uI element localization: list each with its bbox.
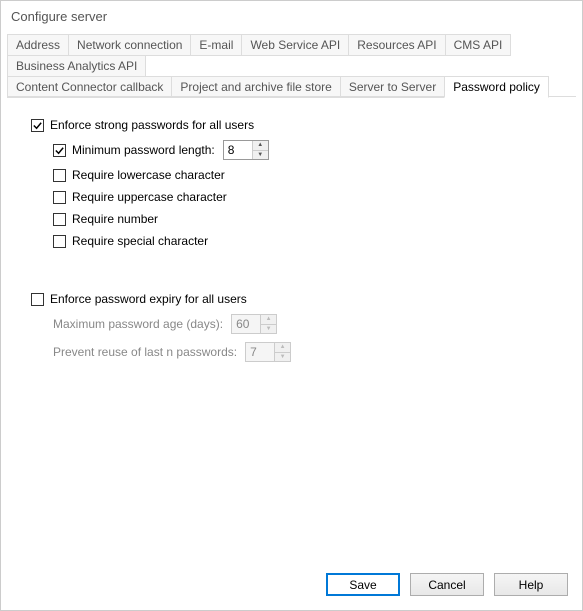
button-bar: Save Cancel Help [1, 563, 582, 610]
min-length-input[interactable] [224, 141, 252, 159]
tab-web-service-api[interactable]: Web Service API [241, 34, 349, 56]
tab-row-2: Content Connector callback Project and a… [1, 76, 582, 97]
save-button[interactable]: Save [326, 573, 400, 596]
spin-down-icon: ▼ [275, 353, 290, 362]
enforce-expiry-label: Enforce password expiry for all users [50, 292, 247, 306]
min-length-spinner[interactable]: ▲ ▼ [223, 140, 269, 160]
tab-row-1: Address Network connection E-mail Web Se… [1, 34, 582, 76]
tab-resources-api[interactable]: Resources API [348, 34, 445, 56]
require-number-checkbox[interactable] [53, 213, 66, 226]
cancel-button[interactable]: Cancel [410, 573, 484, 596]
window-title: Configure server [1, 1, 582, 34]
configure-server-window: Configure server Address Network connect… [0, 0, 583, 611]
help-button[interactable]: Help [494, 573, 568, 596]
tab-content-connector-callback[interactable]: Content Connector callback [7, 76, 172, 98]
spin-up-icon: ▲ [261, 315, 276, 325]
spin-up-icon: ▲ [275, 343, 290, 353]
tab-address[interactable]: Address [7, 34, 69, 56]
require-lowercase-checkbox[interactable] [53, 169, 66, 182]
tab-server-to-server[interactable]: Server to Server [340, 76, 445, 98]
prevent-reuse-spinner: ▲ ▼ [245, 342, 291, 362]
prevent-reuse-input [246, 343, 274, 361]
tab-project-archive-file-store[interactable]: Project and archive file store [171, 76, 340, 98]
spin-up-icon[interactable]: ▲ [253, 141, 268, 151]
min-length-label: Minimum password length: [72, 143, 215, 157]
require-uppercase-label: Require uppercase character [72, 190, 227, 204]
require-number-label: Require number [72, 212, 158, 226]
enforce-strong-checkbox[interactable] [31, 119, 44, 132]
tab-content: Enforce strong passwords for all users M… [1, 98, 582, 563]
enforce-strong-label: Enforce strong passwords for all users [50, 118, 254, 132]
require-special-label: Require special character [72, 234, 208, 248]
enforce-expiry-checkbox[interactable] [31, 293, 44, 306]
prevent-reuse-label: Prevent reuse of last n passwords: [53, 345, 237, 359]
require-lowercase-label: Require lowercase character [72, 168, 225, 182]
spin-down-icon: ▼ [261, 325, 276, 334]
require-uppercase-checkbox[interactable] [53, 191, 66, 204]
min-length-checkbox[interactable] [53, 144, 66, 157]
max-age-input [232, 315, 260, 333]
require-special-checkbox[interactable] [53, 235, 66, 248]
tab-cms-api[interactable]: CMS API [445, 34, 512, 56]
spin-down-icon[interactable]: ▼ [253, 151, 268, 160]
tab-business-analytics-api[interactable]: Business Analytics API [7, 55, 146, 77]
max-age-spinner: ▲ ▼ [231, 314, 277, 334]
tab-network-connection[interactable]: Network connection [68, 34, 191, 56]
tab-email[interactable]: E-mail [190, 34, 242, 56]
tab-password-policy[interactable]: Password policy [444, 76, 549, 98]
max-age-label: Maximum password age (days): [53, 317, 223, 331]
